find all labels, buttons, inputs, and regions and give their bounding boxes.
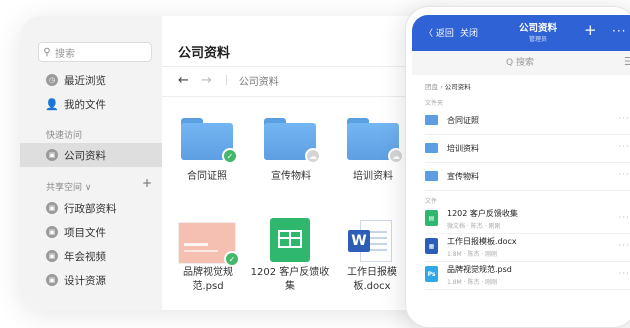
sidebar-item-my-files[interactable]: 👤 我的文件 — [20, 92, 162, 116]
more-icon[interactable]: ··· — [618, 241, 630, 251]
forward-arrow-icon[interactable]: → — [201, 73, 212, 88]
sidebar-item-design-resources[interactable]: ▣ 设计资源 — [20, 268, 162, 292]
close-button[interactable]: 关闭 — [460, 26, 478, 39]
sidebar-item-recent[interactable]: ◷ 最近浏览 — [20, 68, 162, 92]
more-icon[interactable]: ··· — [618, 269, 630, 279]
phone-header: 〈 返回 关闭 公司资料 管理员 + ··· — [412, 15, 630, 51]
more-icon[interactable]: ··· — [618, 170, 630, 180]
search-placeholder: 搜索 — [55, 48, 75, 60]
breadcrumb: 团盘 › 公司资料 — [425, 83, 471, 91]
spreadsheet-icon[interactable] — [270, 218, 310, 262]
folder-name: 培训资料 — [447, 143, 479, 153]
folder-icon: ▣ — [46, 202, 58, 214]
folder-name: 宣传物料 — [447, 171, 479, 181]
clock-icon: ◷ — [46, 74, 58, 86]
psd-thumbnail[interactable]: ✓ — [178, 222, 240, 267]
user-icon: 👤 — [45, 97, 59, 111]
menu-icon[interactable]: ☰ — [624, 55, 630, 68]
folder-icon — [425, 143, 438, 153]
spreadsheet-icon: ▤ — [425, 210, 438, 226]
toolbar: ← → 公司资料 — [178, 72, 279, 88]
photoshop-icon: Ps — [425, 266, 438, 282]
more-icon[interactable]: ··· — [618, 114, 630, 124]
files-section-label: 文件 — [425, 198, 438, 205]
sidebar-item-label: 我的文件 — [64, 98, 106, 111]
phone-search-bar: Q 搜索 ☰ — [412, 51, 630, 75]
folder-icon[interactable]: ✓ — [181, 118, 238, 164]
sidebar-item-label: 项目文件 — [64, 226, 106, 239]
file-row[interactable]: Ps 品牌视觉规范.psd 1.8M · 陈杰 · 刚刚 ··· — [425, 261, 630, 290]
folder-icon: ▣ — [46, 226, 58, 238]
word-doc-icon[interactable]: W — [348, 218, 392, 262]
add-shared-space-button[interactable]: + — [142, 176, 152, 190]
folder-icon[interactable]: ☁ — [264, 118, 321, 164]
divider — [225, 75, 227, 85]
sidebar: ⚲ 搜索 ◷ 最近浏览 👤 我的文件 快速访问 ▣ 公司资料 共享空间 ∨ + … — [20, 16, 162, 310]
folder-icon: ▣ — [46, 274, 58, 286]
folder-name: 合同证照 — [447, 115, 479, 125]
sidebar-item-admin-files[interactable]: ▣ 行政部资料 — [20, 196, 162, 220]
cloud-badge-icon: ☁ — [388, 148, 404, 164]
folder-icon: ▣ — [46, 149, 58, 161]
sidebar-item-annual-video[interactable]: ▣ 年会视频 — [20, 244, 162, 268]
add-button[interactable]: + — [584, 21, 597, 39]
sidebar-item-project-files[interactable]: ▣ 项目文件 — [20, 220, 162, 244]
phone-subtitle: 管理员 — [528, 36, 547, 43]
file-row[interactable]: ▦ 工作日报模板.docx 1.8M · 陈杰 · 刚刚 ··· — [425, 233, 630, 262]
phone-frame: 〈 返回 关闭 公司资料 管理员 + ··· Q 搜索 ☰ 团盘 › 公司资料 … — [405, 6, 630, 328]
more-icon[interactable]: ··· — [612, 24, 626, 38]
folder-row[interactable]: 合同证照 ··· — [425, 106, 630, 135]
folder-row[interactable]: 培训资料 ··· — [425, 134, 630, 163]
sidebar-item-label: 设计资源 — [64, 274, 106, 287]
check-badge-icon: ✓ — [224, 251, 240, 267]
file-meta: 1.8M · 陈杰 · 刚刚 — [447, 279, 498, 286]
breadcrumb[interactable]: 公司资料 — [239, 73, 279, 88]
check-badge-icon: ✓ — [222, 148, 238, 164]
breadcrumb-home[interactable]: 团盘 — [425, 83, 438, 91]
quick-access-label: 快速访问 — [46, 131, 83, 141]
file-meta: 1.8M · 陈杰 · 刚刚 — [447, 251, 498, 258]
file-meta: 微文档 · 陈杰 · 刚刚 — [447, 223, 501, 230]
folder-icon[interactable]: ☁ — [347, 118, 404, 164]
item-label[interactable]: 1202 客户反馈收集 — [250, 266, 330, 294]
phone-title: 公司资料 — [518, 23, 557, 34]
sidebar-item-label: 公司资料 — [64, 149, 106, 162]
file-name: 品牌视觉规范.psd — [447, 265, 512, 274]
item-label[interactable]: 合同证照 — [164, 170, 250, 184]
sidebar-item-company-files[interactable]: ▣ 公司资料 — [20, 143, 162, 167]
shared-space-label[interactable]: 共享空间 ∨ — [46, 180, 91, 193]
item-label[interactable]: 培训资料 — [330, 170, 416, 184]
item-label[interactable]: 品牌视觉规范.psd — [168, 266, 248, 294]
folder-icon — [425, 115, 438, 125]
word-doc-icon: ▦ — [425, 238, 438, 254]
folder-row[interactable]: 宣传物料 ··· — [425, 162, 630, 191]
file-name: 1202 客户反馈收集 — [447, 209, 518, 218]
file-row[interactable]: ▤ 1202 客户反馈收集 微文档 · 陈杰 · 刚刚 ··· — [425, 205, 630, 234]
search-input[interactable]: ⚲ 搜索 — [38, 42, 152, 62]
search-input[interactable]: Q 搜索 — [420, 55, 620, 71]
back-button[interactable]: 〈 返回 — [424, 26, 454, 39]
folder-icon — [425, 171, 438, 181]
search-icon: ⚲ — [43, 46, 51, 58]
cloud-badge-icon: ☁ — [305, 148, 321, 164]
more-icon[interactable]: ··· — [618, 142, 630, 152]
breadcrumb-current: 公司资料 — [444, 83, 471, 91]
more-icon[interactable]: ··· — [618, 213, 630, 223]
item-label[interactable]: 工作日报模板.docx — [332, 266, 412, 294]
folder-icon: ▣ — [46, 250, 58, 262]
page-title: 公司资料 — [178, 46, 231, 61]
sidebar-item-label: 年会视频 — [64, 250, 106, 263]
desktop-window: ⚲ 搜索 ◷ 最近浏览 👤 我的文件 快速访问 ▣ 公司资料 共享空间 ∨ + … — [20, 16, 460, 310]
item-label[interactable]: 宣传物料 — [248, 170, 334, 184]
sidebar-item-label: 行政部资料 — [64, 202, 117, 215]
back-arrow-icon[interactable]: ← — [178, 73, 189, 88]
file-name: 工作日报模板.docx — [447, 237, 517, 246]
sidebar-item-label: 最近浏览 — [64, 74, 106, 87]
